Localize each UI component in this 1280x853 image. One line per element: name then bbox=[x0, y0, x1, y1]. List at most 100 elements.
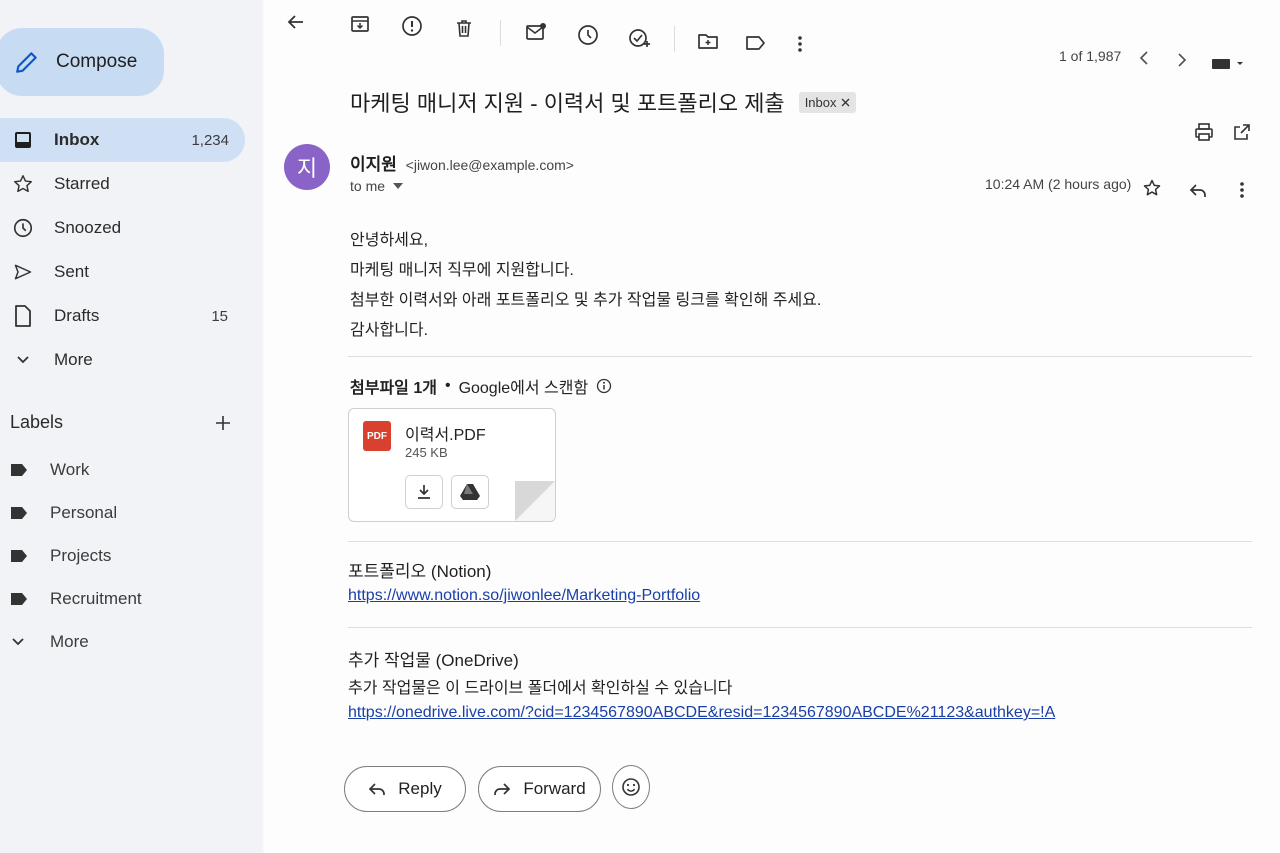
more-vert-icon[interactable] bbox=[786, 30, 814, 58]
label-item-personal[interactable]: Personal bbox=[0, 491, 262, 534]
star-icon[interactable] bbox=[1138, 174, 1166, 202]
recipient-toggle[interactable]: to me bbox=[350, 178, 404, 194]
attachment-size: 245 KB bbox=[405, 445, 448, 460]
sidebar-item-label: Drafts bbox=[54, 306, 100, 325]
keyboard-input-icon[interactable] bbox=[1208, 50, 1248, 78]
bullet-separator: • bbox=[444, 377, 451, 394]
label-tag-icon bbox=[10, 506, 28, 520]
labels-title: Labels bbox=[10, 412, 64, 432]
clock-icon bbox=[12, 217, 34, 239]
attachment-card[interactable]: PDF 이력서.PDF 245 KB bbox=[348, 408, 556, 522]
labels-header: Labels bbox=[10, 412, 232, 433]
label-name: Personal bbox=[50, 502, 118, 522]
more-vert-icon[interactable] bbox=[1228, 176, 1256, 204]
inbox-count: 1,234 bbox=[191, 131, 229, 149]
download-button[interactable] bbox=[405, 475, 443, 509]
sidebar-item-sent[interactable]: Sent bbox=[0, 250, 262, 294]
email-body: 안녕하세요, 마케팅 매니저 직무에 지원합니다. 첨부한 이력서와 아래 포트… bbox=[350, 226, 821, 346]
reply-button[interactable]: Reply bbox=[344, 766, 466, 812]
label-item-recruitment[interactable]: Recruitment bbox=[0, 577, 262, 620]
label-name: Work bbox=[50, 459, 90, 479]
sidebar-item-more[interactable]: More bbox=[0, 338, 262, 382]
reply-icon[interactable] bbox=[1184, 176, 1212, 204]
labels-list: Work Personal Projects Recruitment More bbox=[0, 448, 262, 663]
mark-unread-icon[interactable] bbox=[522, 18, 550, 46]
reply-label: Reply bbox=[398, 779, 442, 798]
label-name: More bbox=[50, 631, 89, 651]
attachment-name: 이력서.PDF bbox=[405, 427, 486, 444]
compose-label: Compose bbox=[56, 51, 138, 72]
message-time: 10:24 AM (2 hours ago) bbox=[985, 176, 1132, 192]
download-icon bbox=[415, 483, 433, 501]
print-icon[interactable] bbox=[1190, 118, 1218, 146]
sidebar-item-drafts[interactable]: Drafts 15 bbox=[0, 294, 262, 338]
sender-email: <jiwon.lee@example.com> bbox=[405, 157, 574, 173]
sidebar-item-label: Starred bbox=[54, 174, 110, 193]
report-spam-icon[interactable] bbox=[398, 12, 426, 40]
drafts-count: 15 bbox=[211, 307, 228, 325]
onedrive-link[interactable]: https://onedrive.live.com/?cid=123456789… bbox=[348, 704, 1055, 722]
label-name: Projects bbox=[50, 545, 112, 565]
forward-icon bbox=[493, 781, 511, 797]
pagination-count: 1 of 1,987 bbox=[1059, 48, 1122, 64]
label-icon[interactable] bbox=[742, 29, 770, 57]
label-tag-icon bbox=[10, 463, 28, 477]
close-icon[interactable] bbox=[841, 98, 850, 107]
pencil-icon bbox=[14, 49, 40, 75]
label-tag-icon bbox=[10, 592, 28, 606]
chevron-down-icon bbox=[12, 349, 34, 371]
forward-label: Forward bbox=[523, 779, 586, 798]
archive-icon[interactable] bbox=[346, 10, 374, 38]
body-line: 안녕하세요, bbox=[350, 232, 429, 249]
move-to-icon[interactable] bbox=[694, 27, 722, 55]
avatar[interactable]: 지 bbox=[284, 144, 330, 190]
labels-more[interactable]: More bbox=[0, 620, 262, 663]
portfolio-link[interactable]: https://www.notion.so/jiwonlee/Marketing… bbox=[348, 587, 700, 605]
sidebar-item-label: More bbox=[54, 350, 93, 369]
inbox-icon bbox=[12, 129, 34, 151]
newer-chevron-icon[interactable] bbox=[1130, 44, 1158, 72]
sidebar: Compose Inbox 1,234 Starred Snoozed Sent… bbox=[0, 0, 262, 853]
caret-down-icon bbox=[393, 183, 404, 189]
subject-text: 마케팅 매니저 지원 - 이력서 및 포트폴리오 제출 bbox=[350, 91, 785, 116]
add-label-icon[interactable] bbox=[214, 414, 232, 432]
older-chevron-icon[interactable] bbox=[1168, 46, 1196, 74]
save-to-drive-button[interactable] bbox=[451, 475, 489, 509]
back-arrow-icon[interactable] bbox=[282, 8, 310, 36]
file-icon bbox=[12, 305, 34, 327]
pdf-icon: PDF bbox=[363, 421, 391, 451]
divider bbox=[348, 627, 1252, 628]
emoji-reaction-button[interactable] bbox=[612, 765, 650, 809]
forward-button[interactable]: Forward bbox=[478, 766, 601, 812]
label-tag-icon bbox=[10, 549, 28, 563]
sidebar-item-snoozed[interactable]: Snoozed bbox=[0, 206, 262, 250]
reply-icon bbox=[368, 781, 386, 797]
attachments-count: 첨부파일 1개 bbox=[350, 380, 437, 397]
sidebar-item-label: Snoozed bbox=[54, 218, 122, 237]
info-icon[interactable] bbox=[596, 378, 612, 394]
sidebar-nav: Inbox 1,234 Starred Snoozed Sent Drafts … bbox=[0, 118, 262, 382]
label-item-projects[interactable]: Projects bbox=[0, 534, 262, 577]
open-new-window-icon[interactable] bbox=[1228, 118, 1256, 146]
attachments-header: 첨부파일 1개 • Google에서 스캔함 bbox=[350, 374, 612, 398]
label-name: Recruitment bbox=[50, 588, 142, 608]
toolbar-divider bbox=[674, 26, 675, 52]
sidebar-item-starred[interactable]: Starred bbox=[0, 162, 262, 206]
message-toolbar: 1 of 1,987 bbox=[264, 0, 1280, 80]
sidebar-item-label: Sent bbox=[54, 262, 89, 281]
sender-name[interactable]: 이지원 bbox=[350, 155, 397, 174]
body-line: 첨부한 이력서와 아래 포트폴리오 및 추가 작업물 링크를 확인해 주세요. bbox=[350, 292, 822, 309]
toolbar-divider bbox=[500, 20, 501, 46]
delete-icon[interactable] bbox=[450, 14, 478, 42]
sidebar-item-inbox[interactable]: Inbox 1,234 bbox=[0, 118, 245, 162]
portfolio-title: 포트폴리오 (Notion) bbox=[348, 562, 492, 581]
add-task-icon[interactable] bbox=[626, 24, 654, 52]
compose-button[interactable]: Compose bbox=[0, 28, 164, 96]
body-line: 감사합니다. bbox=[350, 322, 429, 339]
snooze-icon[interactable] bbox=[574, 21, 602, 49]
inbox-badge[interactable]: Inbox bbox=[798, 91, 856, 113]
label-item-work[interactable]: Work bbox=[0, 448, 262, 491]
star-icon bbox=[12, 173, 34, 195]
scan-note: Google에서 스캔함 bbox=[458, 380, 589, 397]
recipient-label: to me bbox=[350, 178, 386, 194]
